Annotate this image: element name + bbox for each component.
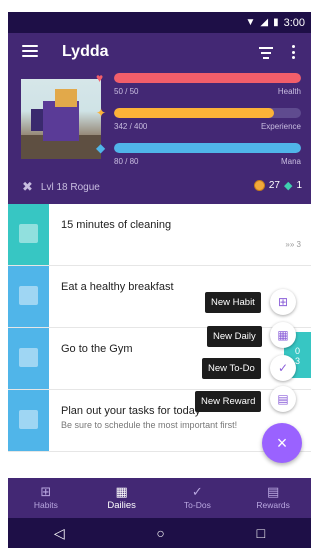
rewards-icon: ▤ [266, 484, 280, 499]
task-checkbox[interactable] [19, 286, 38, 305]
mana-bar: ◆ 80 / 80 Mana [96, 141, 301, 166]
menu-icon[interactable] [22, 45, 38, 57]
avatar[interactable] [21, 79, 101, 159]
filter-icon[interactable] [259, 47, 273, 59]
more-options-icon[interactable] [292, 45, 296, 59]
signal-icon: ◢ [260, 17, 269, 28]
task-title: Go to the Gym [61, 343, 133, 355]
tab-habits-label: Habits [33, 500, 58, 510]
check-circle-icon: ✓ [191, 484, 203, 499]
system-navigation: ◁ ○ □ [8, 518, 311, 548]
task-streak: »» 3 [285, 240, 301, 249]
status-bar: ▼ ◢ ▮ 3:00 [8, 12, 311, 33]
mana-icon: ◆ [96, 141, 106, 155]
tab-todos-label: To-Dos [183, 500, 211, 510]
task-title: Plan out your tasks for today [61, 405, 201, 417]
star-icon: ✦ [96, 106, 107, 120]
task-title: 15 minutes of cleaning [61, 219, 172, 231]
level-label: Lvl 18 Rogue [40, 181, 100, 193]
habits-icon: ⊞ [40, 484, 52, 499]
new-reward-icon[interactable]: ▤ [270, 386, 296, 412]
new-reward-label[interactable]: New Reward [195, 391, 262, 412]
new-habit-icon[interactable]: ⊞ [270, 289, 296, 315]
status-time: 3:00 [283, 16, 305, 29]
new-daily-label[interactable]: New Daily [207, 326, 262, 347]
gold-amount: 27 [268, 180, 280, 191]
task-checkbox[interactable] [19, 224, 38, 243]
tab-dailies[interactable]: ▦ Dailies [84, 478, 160, 518]
new-todo-label[interactable]: New To-Do [202, 358, 261, 379]
task-title: Eat a healthy breakfast [61, 281, 174, 293]
tab-dailies-label: Dailies [107, 500, 136, 511]
task-row[interactable]: Go to the Gym [8, 328, 311, 390]
new-daily-option[interactable]: New Daily [207, 326, 262, 347]
new-habit-option[interactable]: New Habit [205, 292, 261, 313]
side-tab-count: 0 [294, 346, 300, 356]
tab-habits[interactable]: ⊞ Habits [8, 478, 84, 518]
battery-icon: ▮ [273, 17, 279, 28]
heart-icon: ♥ [96, 71, 104, 85]
tab-rewards[interactable]: ▤ Rewards [235, 478, 311, 518]
gem-amount: 1 [296, 180, 302, 191]
experience-label: Experience [260, 122, 301, 131]
profile-header: Lydda ♥ 50 / 50 Health ✦ 342 / 400 Exper… [8, 33, 311, 204]
recents-icon[interactable]: □ [257, 525, 265, 541]
experience-bar: ✦ 342 / 400 Experience [96, 106, 301, 131]
task-checkbox[interactable] [19, 410, 38, 429]
wifi-icon: ▼ [245, 17, 256, 28]
mana-label: Mana [280, 157, 301, 166]
gem-icon: ◆ [283, 180, 293, 192]
tab-rewards-label: Rewards [256, 500, 290, 510]
back-icon[interactable]: ◁ [54, 525, 65, 542]
new-reward-option[interactable]: New Reward [195, 391, 262, 412]
mana-value: 80 / 80 [114, 157, 139, 166]
level-row: ✖ Lvl 18 Rogue 27 ◆ 1 [22, 179, 302, 195]
tab-todos[interactable]: ✓ To-Dos [160, 478, 236, 518]
new-todo-icon[interactable]: ✓ [270, 355, 296, 381]
new-habit-label[interactable]: New Habit [205, 292, 261, 313]
new-daily-icon[interactable]: ▦ [270, 322, 296, 348]
calendar-icon: ▦ [115, 484, 128, 499]
task-checkbox[interactable] [19, 348, 38, 367]
health-label: Health [277, 87, 301, 96]
gold-coin-icon [253, 180, 265, 191]
task-row[interactable]: Eat a healthy breakfast [8, 266, 311, 328]
experience-value: 342 / 400 [114, 122, 148, 131]
username: Lydda [62, 43, 109, 60]
currency: 27 ◆ 1 [253, 179, 302, 192]
bottom-navigation: ⊞ Habits ▦ Dailies ✓ To-Dos ▤ Rewards [8, 478, 311, 518]
close-fab-button[interactable]: × [262, 423, 302, 463]
task-row[interactable]: 15 minutes of cleaning »» 3 [8, 204, 311, 266]
health-value: 50 / 50 [114, 87, 139, 96]
close-icon: × [276, 432, 288, 453]
health-bar: ♥ 50 / 50 Health [96, 71, 301, 96]
home-icon[interactable]: ○ [156, 525, 164, 541]
new-todo-option[interactable]: New To-Do [202, 358, 261, 379]
task-notes: Be sure to schedule the most important f… [61, 420, 238, 430]
rogue-class-icon: ✖ [22, 179, 33, 194]
